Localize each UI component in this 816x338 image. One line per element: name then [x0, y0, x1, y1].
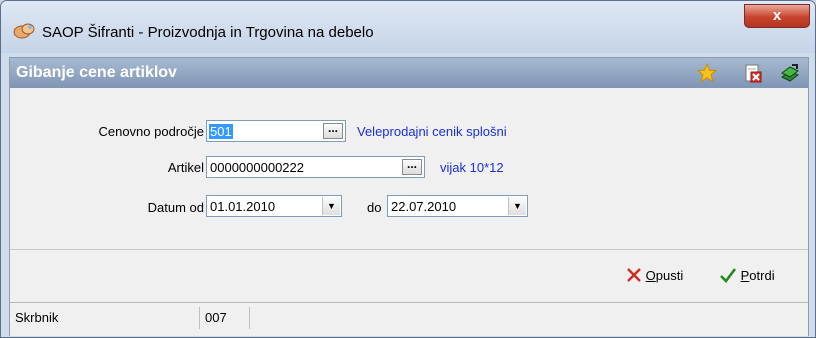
delete-document-icon[interactable]	[743, 63, 763, 83]
date-from-label: Datum od	[147, 200, 204, 215]
date-to-dropdown-icon[interactable]: ▼	[508, 197, 526, 215]
cancel-label-text: pusti	[655, 268, 684, 283]
article-field[interactable]: 0000000000222 ...	[206, 156, 425, 178]
date-from-dropdown-icon[interactable]: ▼	[322, 197, 340, 215]
title-bar[interactable]: SAOP Šifranti - Proizvodnja in Trgovina …	[1, 1, 815, 53]
status-extra	[252, 307, 806, 329]
price-area-field[interactable]: 501 ...	[206, 120, 346, 142]
status-bar: Skrbnik 007	[10, 302, 808, 336]
app-window: SAOP Šifranti - Proizvodnja in Trgovina …	[0, 0, 816, 338]
dialog-body: Gibanje cene artiklov Cenovno področje 5…	[9, 57, 809, 336]
cancel-button[interactable]: Opusti	[626, 265, 683, 287]
form-divider	[10, 249, 808, 250]
close-icon: x	[772, 7, 782, 24]
status-code: 007	[202, 307, 250, 329]
confirm-label-accel: P	[740, 268, 750, 283]
date-from-value: 01.01.2010	[210, 199, 276, 214]
checkmark-icon	[720, 268, 737, 283]
article-description: vijak 10*12	[440, 160, 504, 175]
panel-title: Gibanje cene artiklov	[16, 64, 177, 81]
window-title: SAOP Šifranti - Proizvodnja in Trgovina …	[42, 24, 374, 41]
status-user: Skrbnik	[12, 307, 200, 329]
panel-header: Gibanje cene artiklov	[10, 58, 808, 88]
article-label: Artikel	[167, 160, 204, 175]
price-area-label: Cenovno področje	[98, 124, 204, 139]
article-browse-button[interactable]: ...	[402, 158, 422, 175]
date-to-picker[interactable]: 22.07.2010 ▼	[387, 195, 528, 217]
cancel-label-accel: O	[645, 268, 656, 283]
price-area-value: 501	[209, 124, 233, 139]
close-window-button[interactable]: x	[744, 4, 810, 28]
price-area-description: Veleprodajni cenik splošni	[357, 124, 507, 139]
star-icon[interactable]	[697, 63, 717, 83]
confirm-label-text: otrdi	[749, 268, 775, 283]
date-from-picker[interactable]: 01.01.2010 ▼	[206, 195, 342, 217]
app-logo-icon	[13, 23, 35, 39]
confirm-button[interactable]: Potrdi	[719, 265, 775, 287]
price-area-browse-button[interactable]: ...	[323, 122, 343, 139]
exit-book-icon[interactable]	[780, 63, 800, 83]
date-to-value: 22.07.2010	[391, 199, 457, 214]
article-value: 0000000000222	[210, 160, 304, 175]
cancel-x-icon	[627, 268, 641, 282]
date-to-label: do	[367, 200, 382, 215]
